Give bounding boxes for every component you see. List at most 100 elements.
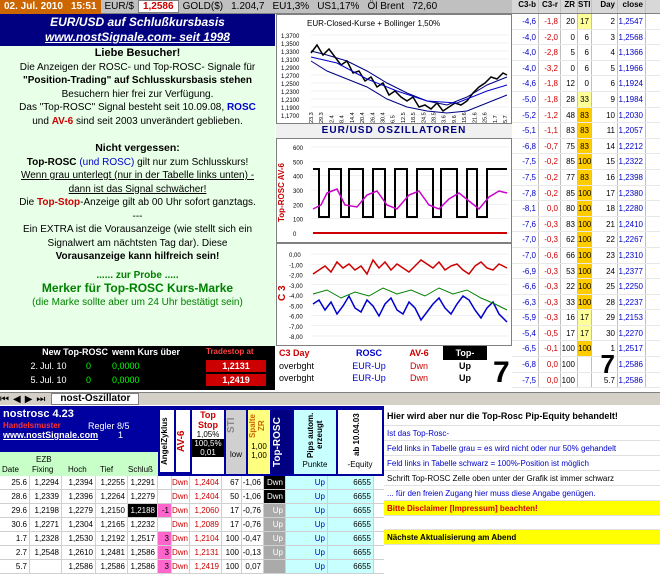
last-sheet-icon[interactable]: ⏭ [36, 394, 45, 405]
signal-cell [578, 372, 592, 388]
trosc-value: Up [459, 361, 471, 371]
signal-row: -5,9 -0,3 16 17 29 1,2153 [512, 310, 660, 326]
signal-cell: 75 [561, 138, 578, 154]
marker-note: (die Marke sollte aber um 24 Uhr bestäti… [32, 296, 243, 308]
signal-cell: -0,3 [539, 279, 561, 294]
signal-cell: 9 [592, 91, 618, 107]
prev-sheet-icon[interactable]: ◀ [13, 394, 21, 405]
x-tick: 25.6 [483, 112, 489, 123]
new-trosc-panel: New Top-ROSC wenn Kurs über Tradestop at… [0, 346, 275, 390]
sheet-cell: 1,2404 [190, 476, 222, 489]
x-tick: 29.3 [319, 112, 325, 123]
sheet-cell: 1,2339 [30, 490, 62, 503]
sheet-cell [158, 476, 172, 489]
signal-cell: -5,1 [512, 123, 539, 138]
note-line: Feld links in Tabelle grau = es wird nic… [384, 441, 660, 456]
signal-cell: 100 [578, 263, 592, 279]
signal-cell: 6 [592, 76, 618, 91]
sheet-cell: 25.6 [0, 476, 30, 489]
x-tick: 6.5 [391, 115, 397, 123]
col-header: ZR [561, 0, 578, 13]
signal-cell: 62 [561, 232, 578, 247]
sheet-cell: 0,07 [242, 560, 264, 573]
top-rosc-label: Top-ROSC [26, 156, 77, 168]
signal-cell: -7,5 [512, 169, 539, 185]
x-tick: 12.5 [401, 112, 407, 123]
trosc-chart: Top-ROSC AV-6 600 500 400 300 200 100 0 [276, 138, 512, 243]
sheet-cell: 1,2394 [62, 476, 96, 489]
signal-cell: -0,3 [539, 216, 561, 232]
signal-cell: 17 [578, 325, 592, 341]
signal-cell: 22 [561, 279, 578, 294]
sheet-cell: Dwn [264, 490, 286, 503]
sheet-cell: -1,06 [242, 476, 264, 489]
signal-cell: 3 [592, 29, 618, 45]
x-tick: 9.6 [452, 115, 458, 123]
axis-tick: 300 [293, 189, 304, 195]
sheet-cell: 1,2294 [30, 476, 62, 489]
signal-cell: 14 [592, 138, 618, 154]
axis-tick: 1,2900 [281, 66, 300, 72]
sheet-cell: 1,2548 [30, 546, 62, 559]
signal-cell: 1,1984 [618, 91, 646, 107]
intro-line: sind seit 2003 unverändert geblieben. [75, 115, 243, 127]
reminder-line: dann ist das Signal schwächer! [68, 183, 207, 195]
signal-cell: 0,0 [539, 201, 561, 216]
signal-cell: 1,2547 [618, 14, 646, 29]
header-link[interactable]: www.nostSignale.com- seit 1998 [0, 30, 275, 45]
signal-row: -7,0 -0,3 62 100 22 1,2267 [512, 232, 660, 248]
sheet-cell: 3 [158, 546, 172, 559]
sheet-cell: 1,2586 [128, 560, 158, 573]
sheet-cell: 6655 [328, 532, 374, 545]
sheet-cell: 1,2291 [128, 476, 158, 489]
col-sti: STI [226, 417, 237, 433]
sheet-link[interactable]: www.nostSignale.com [3, 430, 98, 440]
axis-tick: 100 [293, 218, 304, 224]
signal-cell: 83 [561, 123, 578, 138]
signal-cell: 100 [578, 279, 592, 294]
sheet-cell: -0,76 [242, 504, 264, 517]
signal-cell: -3,2 [539, 60, 561, 76]
sheet-cell: Up [264, 504, 286, 517]
tab-nost-oszillator[interactable]: nost-Oszillator [51, 393, 140, 405]
signal-cell: 28 [561, 91, 578, 107]
intro-line: Das "Top-ROSC" Signal besteht seit 10.09… [19, 102, 225, 113]
extra-line: Signalwert am nächtsten Tag dar). Diese [47, 237, 228, 249]
signal-cell: 16 [592, 169, 618, 185]
sheet-cell: 100 [222, 532, 242, 545]
x-tick: 14.4 [350, 112, 356, 123]
signal-cell: -0,3 [539, 232, 561, 247]
signal-cell: -4,0 [512, 29, 539, 45]
signal-cell: -1,8 [539, 91, 561, 107]
disclaimer-link[interactable]: Bitte Disclaimer [Impressum] beachten! [384, 501, 660, 516]
signal-cell: 1,2410 [618, 216, 646, 232]
signal-cell: -0,6 [539, 247, 561, 263]
sheet-cell: 1,2104 [190, 532, 222, 545]
signal-cell: -7,0 [512, 247, 539, 263]
sheet-cell: 6655 [328, 490, 374, 503]
sheet-cell: 1,2586 [96, 560, 128, 573]
sheet-cell: 6655 [328, 518, 374, 531]
rosc-value: EUR-Up [352, 361, 386, 371]
col-equity: -Equity [347, 460, 373, 469]
sheet-cell: 1,2517 [128, 532, 158, 545]
col-ezb: EZB [36, 455, 52, 464]
axis-tick: 0,00 [289, 253, 301, 259]
new-trosc-title: New Top-ROSC [42, 347, 108, 357]
signal-cell: 6 [578, 60, 592, 76]
signal-cell: -2,8 [539, 45, 561, 60]
sheet-cell: 1,2060 [190, 504, 222, 517]
probe-label: ...... zur Probe ..... [96, 269, 179, 281]
next-sheet-icon[interactable]: ▶ [25, 394, 33, 405]
axis-tick: -6,00 [289, 315, 303, 321]
signal-cell: 77 [561, 169, 578, 185]
first-sheet-icon[interactable]: ⏮ [0, 394, 9, 405]
sheet-cell: 1,2328 [30, 532, 62, 545]
signal-cell: -5,9 [512, 310, 539, 325]
signal-row: -5,2 -1,2 48 83 10 1,2030 [512, 107, 660, 124]
sheet-cell: 1,2404 [190, 490, 222, 503]
extra-line: Vorausanzeige kann hilfreich sein! [55, 251, 220, 262]
row-b: 0,0000 [112, 361, 140, 371]
sheet-cell: Up [286, 490, 328, 503]
signal-cell: 83 [578, 138, 592, 154]
